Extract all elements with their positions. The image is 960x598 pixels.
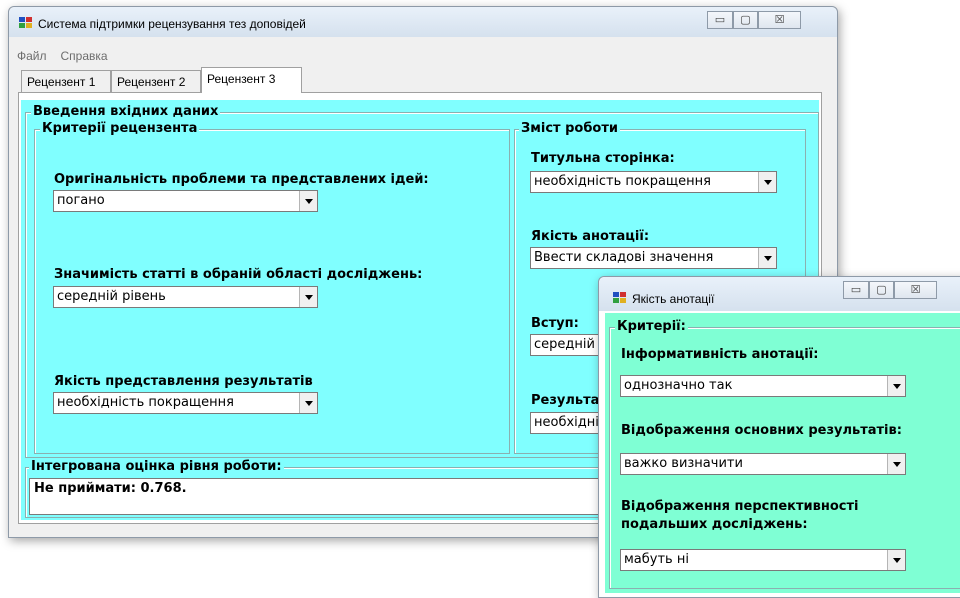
app-icon xyxy=(19,17,33,29)
results-quality-label: Якість представлення результатів xyxy=(54,374,313,389)
dialog-maximize-button[interactable]: ▢ xyxy=(869,281,894,299)
title-page-combo[interactable]: необхідність покращення xyxy=(530,171,777,193)
significance-combo[interactable]: середній рівень xyxy=(53,286,318,308)
combo-value: середній рівень xyxy=(57,289,166,304)
minimize-icon: ▭ xyxy=(850,283,862,296)
annotation-quality-combo[interactable]: Ввести складові значення xyxy=(530,247,777,269)
main-results-combo[interactable]: важко визначити xyxy=(620,453,906,475)
chevron-down-icon[interactable] xyxy=(758,248,776,268)
dialog-close-button[interactable]: ☒ xyxy=(894,281,937,299)
title-page-label: Титульна сторінка: xyxy=(531,151,675,166)
maximize-button[interactable]: ▢ xyxy=(733,11,758,29)
results-quality-combo[interactable]: необхідність покращення xyxy=(53,392,318,414)
content-group-label: Зміст роботи xyxy=(519,121,620,136)
tab-label: Рецензент 2 xyxy=(117,75,186,89)
perspective-combo[interactable]: мабуть ні xyxy=(620,549,906,571)
minimize-button[interactable]: ▭ xyxy=(707,11,733,29)
chevron-down-icon[interactable] xyxy=(299,393,317,413)
close-button[interactable]: ☒ xyxy=(758,11,801,29)
chevron-down-icon[interactable] xyxy=(299,287,317,307)
tab-reviewer-2[interactable]: Рецензент 2 xyxy=(111,70,201,92)
originality-label: Оригінальність проблеми та представлених… xyxy=(54,172,429,187)
perspective-label-line1: Відображення перспективності xyxy=(621,499,859,514)
dialog-minimize-button[interactable]: ▭ xyxy=(843,281,869,299)
main-title-bar[interactable]: Система підтримки рецензування тез допов… xyxy=(9,7,837,37)
informativeness-combo[interactable]: однозначно так xyxy=(620,375,906,397)
chevron-down-icon[interactable] xyxy=(299,191,317,211)
app-icon xyxy=(613,292,627,304)
intro-label: Вступ: xyxy=(531,316,579,331)
informativeness-label: Інформативність анотації: xyxy=(621,347,819,362)
combo-value: необхідність покращення xyxy=(57,395,234,410)
tab-reviewer-3[interactable]: Рецензент 3 xyxy=(201,67,302,93)
menu-file[interactable]: Файл xyxy=(17,49,47,63)
tab-label: Рецензент 1 xyxy=(27,75,96,89)
window-title: Система підтримки рецензування тез допов… xyxy=(38,17,306,31)
main-results-label: Відображення основних результатів: xyxy=(621,423,902,438)
dialog-criteria-label: Критерії: xyxy=(615,319,688,334)
menu-bar: Файл Справка xyxy=(17,49,829,67)
dialog-title: Якість анотації xyxy=(632,292,715,306)
chevron-down-icon[interactable] xyxy=(887,376,905,396)
input-group-label: Введення вхідних даних xyxy=(31,104,221,119)
chevron-down-icon[interactable] xyxy=(887,454,905,474)
combo-value: Ввести складові значення xyxy=(534,250,714,265)
maximize-icon: ▢ xyxy=(876,283,887,296)
annotation-quality-label: Якість анотації: xyxy=(531,229,650,244)
chevron-down-icon[interactable] xyxy=(758,172,776,192)
close-icon: ☒ xyxy=(774,13,785,26)
dialog-title-bar[interactable]: Якість анотації ▭ ▢ ☒ xyxy=(599,277,960,311)
minimize-icon: ▭ xyxy=(714,13,726,26)
perspective-label-line2: подальших досліджень: xyxy=(621,517,808,532)
combo-value: однозначно так xyxy=(624,378,733,393)
combo-value: мабуть ні xyxy=(624,552,689,567)
originality-combo[interactable]: погано xyxy=(53,190,318,212)
close-icon: ☒ xyxy=(910,283,921,296)
combo-value: погано xyxy=(57,193,105,208)
integrated-value: Не приймати: 0.768. xyxy=(34,481,187,496)
significance-label: Значимість статті в обраній області досл… xyxy=(54,267,423,282)
combo-value: необхідність покращення xyxy=(534,174,711,189)
menu-help[interactable]: Справка xyxy=(61,49,108,63)
integrated-label: Інтегрована оцінка рівня роботи: xyxy=(29,459,284,474)
chevron-down-icon[interactable] xyxy=(887,550,905,570)
annotation-dialog: Якість анотації ▭ ▢ ☒ Критерії: Інформат… xyxy=(598,276,960,598)
maximize-icon: ▢ xyxy=(740,13,751,26)
tab-label: Рецензент 3 xyxy=(207,72,276,86)
tab-reviewer-1[interactable]: Рецензент 1 xyxy=(21,70,111,92)
combo-value: важко визначити xyxy=(624,456,743,471)
criteria-group-label: Критерії рецензента xyxy=(40,121,200,136)
